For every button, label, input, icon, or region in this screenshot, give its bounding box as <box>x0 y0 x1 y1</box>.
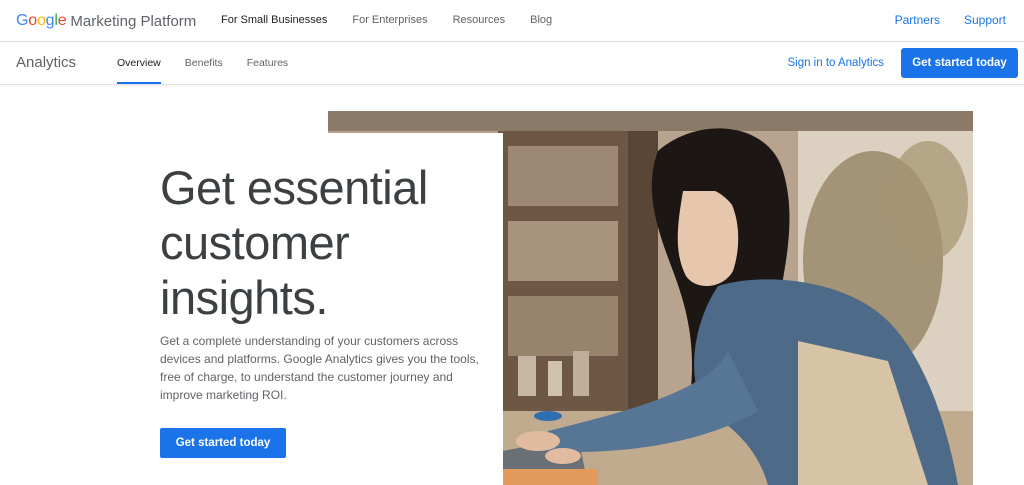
google-marketing-platform-logo[interactable]: Google Marketing Platform <box>16 11 196 31</box>
tab-features[interactable]: Features <box>247 42 288 84</box>
top-nav: For Small Businesses For Enterprises Res… <box>221 14 552 26</box>
product-subheader: Analytics Overview Benefits Features Sig… <box>0 42 1024 85</box>
support-link[interactable]: Support <box>964 13 1006 27</box>
nav-blog[interactable]: Blog <box>530 14 552 26</box>
product-tabs: Overview Benefits Features <box>117 42 288 84</box>
sign-in-link[interactable]: Sign in to Analytics <box>787 57 884 69</box>
nav-for-enterprises[interactable]: For Enterprises <box>352 14 427 26</box>
tab-benefits[interactable]: Benefits <box>185 42 223 84</box>
get-started-header-button[interactable]: Get started today <box>901 48 1018 78</box>
hero-headline: Get essential customer insights. <box>160 161 428 324</box>
product-title[interactable]: Analytics <box>16 54 76 71</box>
top-header: Google Marketing Platform For Small Busi… <box>0 0 1024 42</box>
google-wordmark: Google <box>16 12 67 29</box>
nav-for-small-businesses[interactable]: For Small Businesses <box>221 14 327 26</box>
partners-link[interactable]: Partners <box>895 13 940 27</box>
hero-description: Get a complete understanding of your cus… <box>160 334 479 402</box>
nav-resources[interactable]: Resources <box>453 14 506 26</box>
brand-name: Marketing Platform <box>70 12 197 30</box>
get-started-hero-button[interactable]: Get started today <box>160 428 286 458</box>
top-right-links: Partners Support <box>895 13 1006 27</box>
tab-overview[interactable]: Overview <box>117 42 161 84</box>
